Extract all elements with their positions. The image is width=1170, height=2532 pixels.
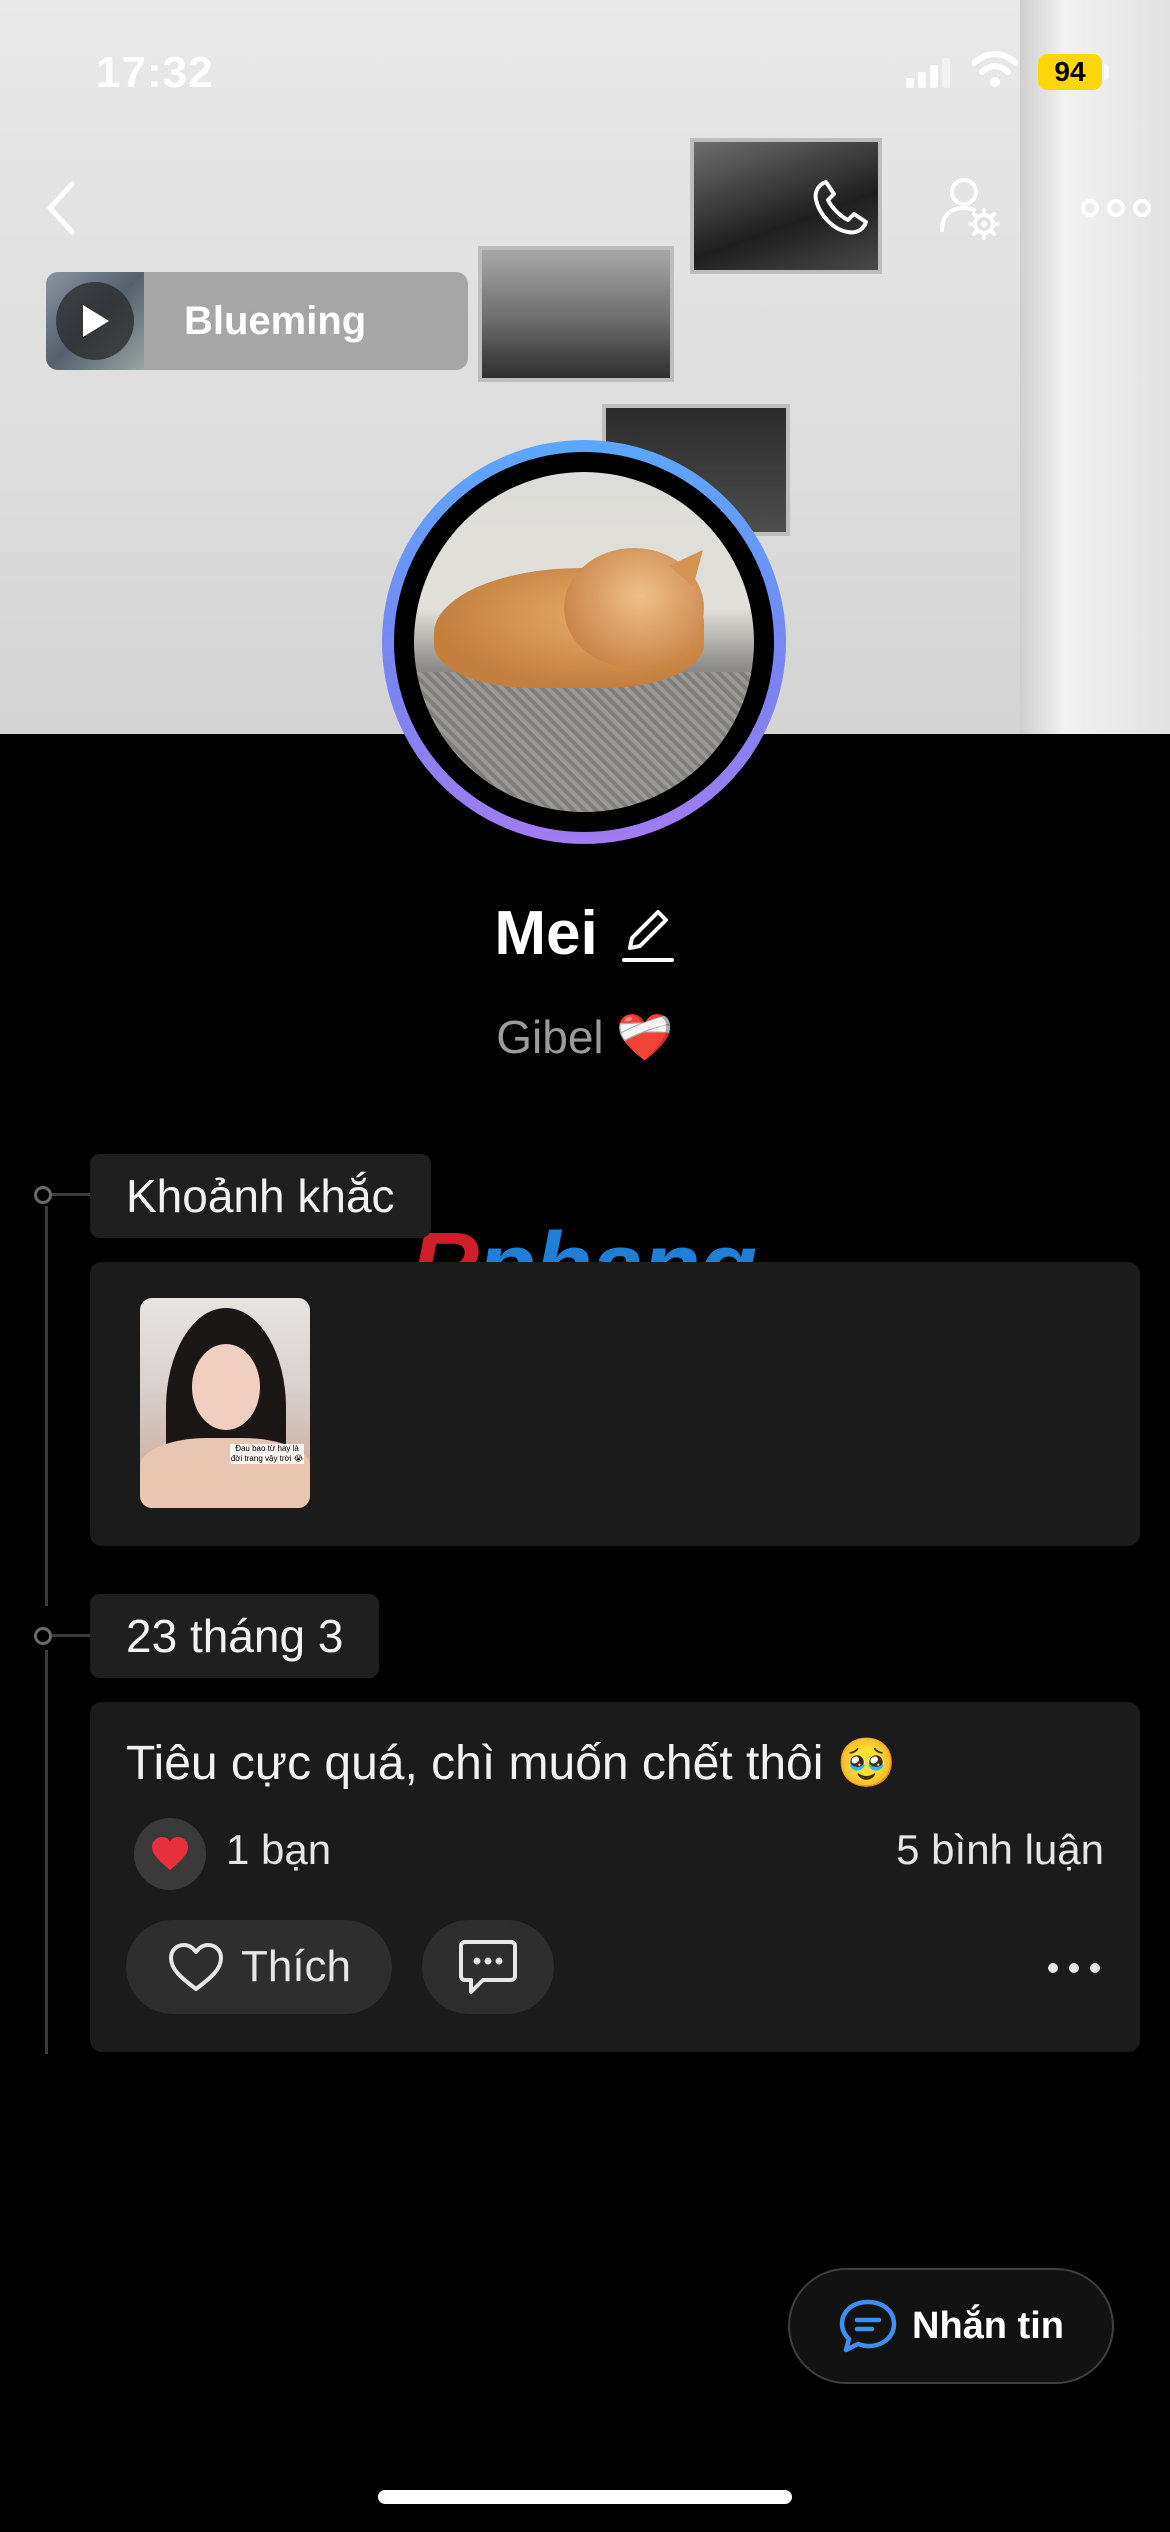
- heart-outline-icon: [168, 1943, 223, 1991]
- like-button[interactable]: Thích: [126, 1920, 392, 2014]
- heart-icon: [152, 1837, 188, 1870]
- moment-face: [192, 1344, 260, 1430]
- moment-caption: Đau bao từ hay là đời trang vậy trời 😭: [230, 1444, 304, 1464]
- send-message-button[interactable]: Nhắn tin: [788, 2268, 1114, 2384]
- phone-icon: [813, 180, 868, 235]
- battery-indicator: 94: [1038, 54, 1102, 90]
- more-options-button[interactable]: [1066, 168, 1166, 248]
- avatar[interactable]: [414, 472, 754, 812]
- avatar-blanket: [414, 672, 754, 812]
- home-indicator[interactable]: [378, 2490, 792, 2504]
- comment-icon: [459, 1940, 517, 1994]
- timeline-dot: [34, 1627, 52, 1645]
- back-icon: [47, 181, 75, 235]
- user-settings-icon: [940, 178, 1000, 240]
- timeline-tick: [52, 1634, 92, 1637]
- moments-card: Đau bao từ hay là đời trang vậy trời 😭: [90, 1262, 1140, 1546]
- more-icon: [1081, 199, 1151, 217]
- reaction-count[interactable]: 1 bạn: [226, 1826, 331, 1874]
- more-horizontal-icon: [1048, 1963, 1100, 1973]
- wifi-icon: [972, 51, 1018, 87]
- chat-icon: [839, 2299, 897, 2353]
- call-button[interactable]: [800, 168, 880, 248]
- timeline-tag-moments: Khoảnh khắc: [90, 1154, 431, 1238]
- play-button[interactable]: [56, 282, 134, 360]
- edit-icon[interactable]: [620, 904, 676, 964]
- comment-button[interactable]: [422, 1920, 554, 2014]
- post-card: Tiêu cực quá, chì muốn chết thôi 🥹 1 bạn…: [90, 1702, 1140, 2052]
- play-icon: [83, 305, 109, 337]
- signal-icon: [906, 58, 950, 88]
- moment-thumbnail[interactable]: Đau bao từ hay là đời trang vậy trời 😭: [140, 1298, 310, 1508]
- post-text: Tiêu cực quá, chì muốn chết thôi 🥹: [126, 1737, 897, 1790]
- timeline-dot: [34, 1186, 52, 1204]
- reaction-badge[interactable]: [134, 1818, 206, 1890]
- cover-wall-photo: [478, 246, 674, 382]
- profile-music-player[interactable]: Blueming: [46, 272, 468, 370]
- timeline-tag-date: 23 tháng 3: [90, 1594, 380, 1678]
- status-bar: 17:32 94: [0, 0, 1170, 140]
- like-label: Thích: [240, 1942, 352, 1991]
- send-message-label: Nhắn tin: [912, 2304, 1064, 2347]
- timeline-line: [45, 1206, 48, 1606]
- profile-status: Gibel ❤️‍🩹: [496, 1011, 674, 1063]
- timeline-tick: [52, 1193, 92, 1196]
- music-title: Blueming: [184, 298, 367, 343]
- battery-tip: [1104, 64, 1109, 80]
- music-album-art: [46, 272, 144, 370]
- status-time: 17:32: [96, 48, 214, 97]
- post-more-button[interactable]: [1044, 1938, 1104, 1998]
- profile-name: Mei: [494, 899, 598, 968]
- profile-settings-button[interactable]: [930, 168, 1010, 248]
- back-button[interactable]: [22, 168, 102, 248]
- avatar-story-ring[interactable]: [382, 440, 786, 844]
- profile-name-row: Mei: [0, 898, 1170, 969]
- comment-count[interactable]: 5 bình luận: [896, 1826, 1104, 1874]
- timeline-line: [45, 1650, 48, 2054]
